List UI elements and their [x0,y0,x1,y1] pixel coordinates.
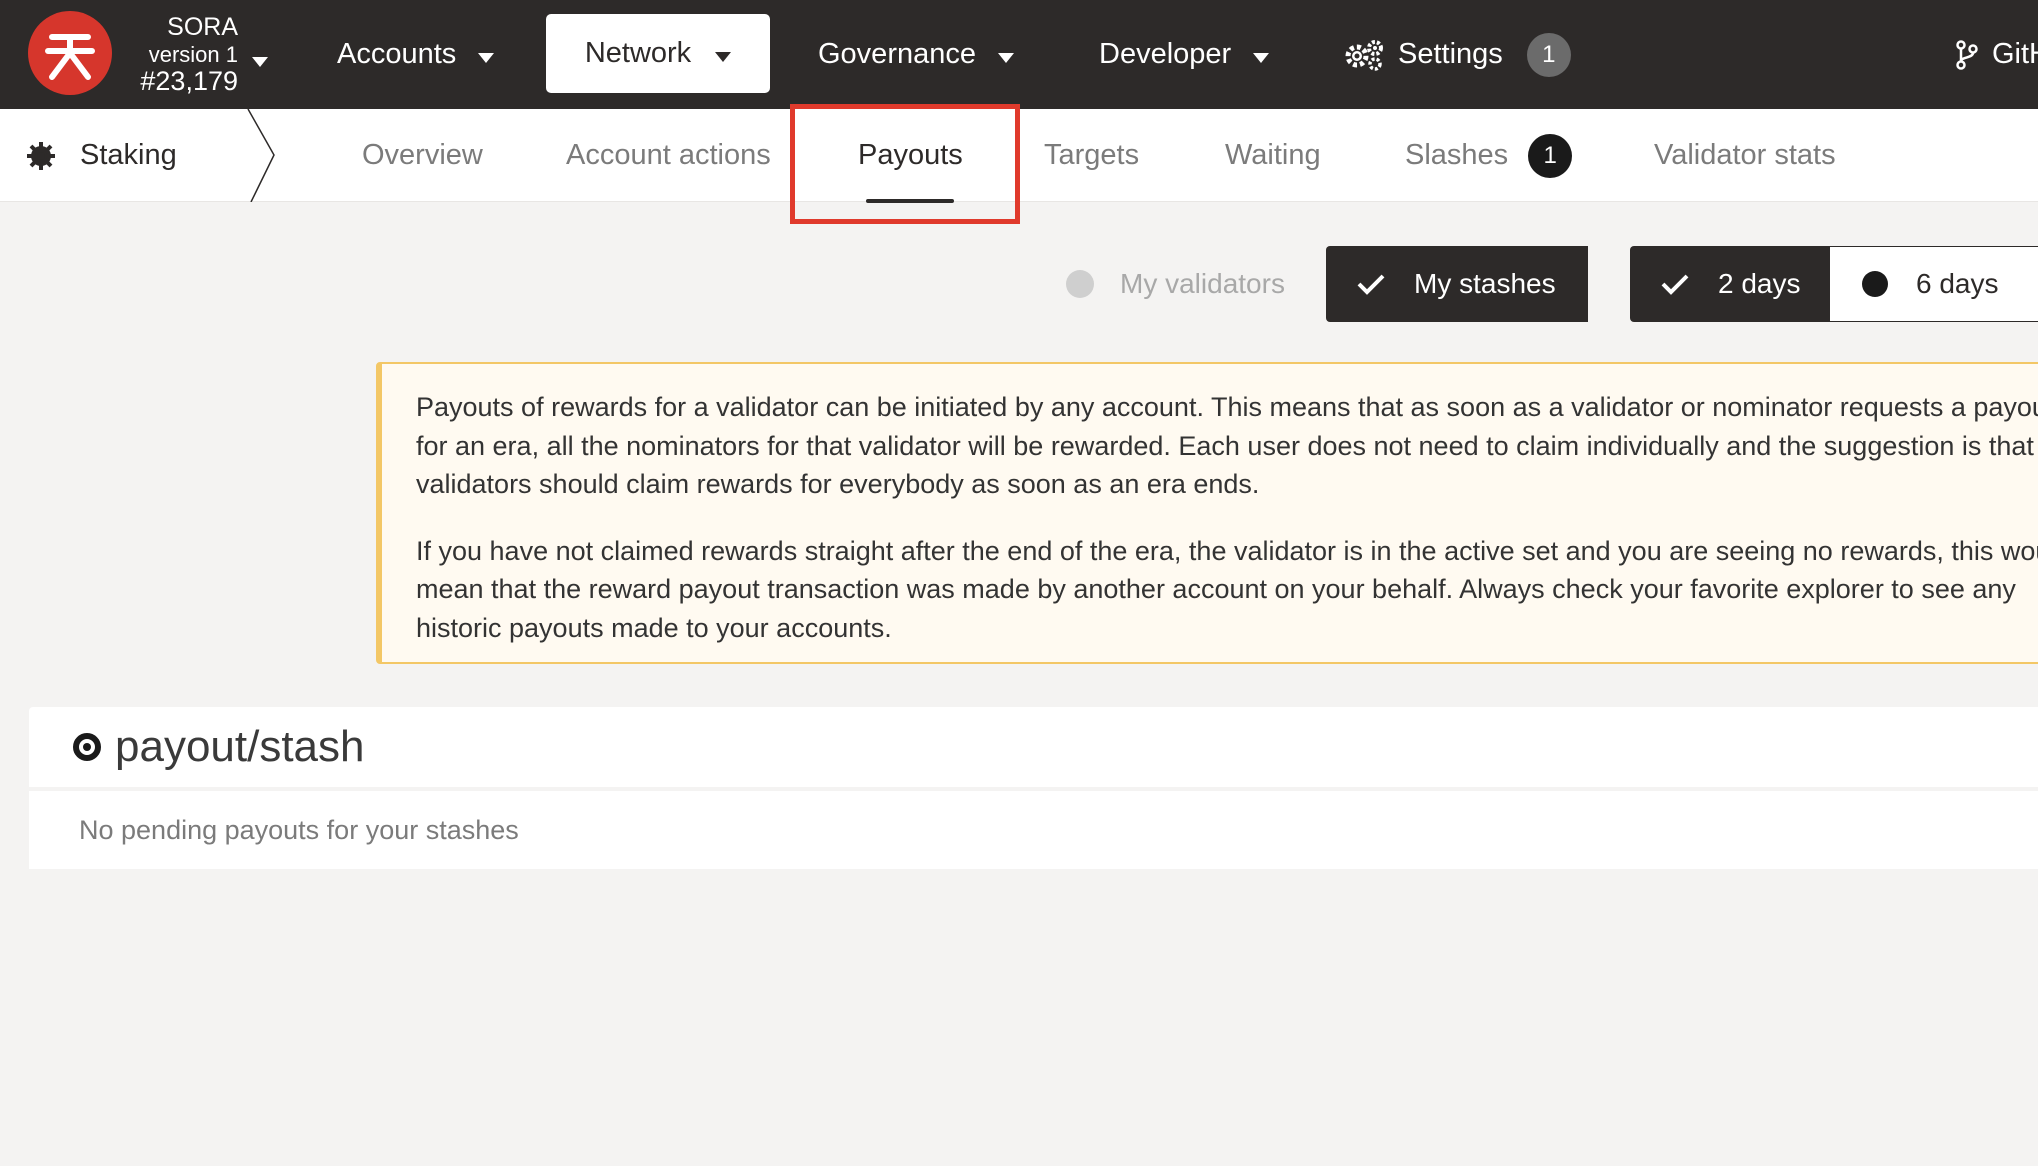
nav-developer-label: Developer [1099,38,1232,70]
breadcrumb-separator-icon [246,108,278,207]
tab-targets-label: Targets [1044,139,1140,171]
tab-account-actions-label: Account actions [566,139,771,171]
tab-slashes-label: Slashes [1405,139,1509,171]
staking-section-title: Staking [26,109,177,202]
nav-developer[interactable]: Developer [1099,0,1270,109]
nav-github-label: GitHub [1992,38,2038,70]
nav-network-label: Network [584,37,692,69]
sora-logo-icon[interactable] [28,11,112,95]
nav-accounts[interactable]: Accounts [337,0,495,109]
my-stashes-label: My stashes [1414,268,1556,299]
my-validators-label: My validators [1120,268,1285,299]
git-branch-icon [1956,39,1978,70]
gear-icon [26,141,56,171]
slashes-count-badge: 1 [1528,133,1573,178]
check-icon [1356,272,1386,296]
nav-accounts-label: Accounts [337,38,457,70]
chain-selector[interactable]: SORA version 1 #23,179 [126,10,286,98]
chain-version: version 1 [148,42,238,67]
tab-slashes[interactable]: Slashes 1 [1405,109,1573,202]
section-title: payout/stash [115,722,365,771]
tab-validator-stats-label: Validator stats [1654,139,1836,171]
nav-github[interactable]: GitHub [1956,0,2038,109]
staking-label: Staking [80,139,177,171]
chevron-down-icon [478,38,495,71]
nav-settings[interactable]: Settings 1 [1344,0,1571,109]
chevron-down-icon [252,54,268,72]
settings-notification-badge: 1 [1526,32,1571,77]
tab-waiting[interactable]: Waiting [1225,109,1321,202]
chain-block-number: #23,179 [140,66,238,96]
radio-dot-icon [1862,271,1888,297]
tab-overview[interactable]: Overview [362,109,483,202]
chevron-down-icon [1253,38,1270,71]
tab-validator-stats[interactable]: Validator stats [1654,109,1836,202]
radio-unselected-icon [1066,270,1094,298]
nav-settings-label: Settings [1398,38,1503,70]
top-navigation-bar: SORA version 1 #23,179 Accounts Network … [0,0,2038,109]
info-paragraph-2: If you have not claimed rewards straight… [416,535,2038,643]
two-days-toggle[interactable]: 2 days [1630,246,1830,322]
six-days-label: 6 days [1916,268,1999,299]
info-paragraph-1: Payouts of rewards for a validator can b… [416,392,2038,499]
tab-waiting-label: Waiting [1225,139,1321,171]
two-days-label: 2 days [1718,268,1801,299]
my-stashes-toggle[interactable]: My stashes [1326,246,1588,322]
chevron-down-icon [715,37,732,70]
tab-targets[interactable]: Targets [1044,109,1139,202]
payout-stash-header: payout/stash [29,707,2038,787]
tab-account-actions[interactable]: Account actions [566,109,771,202]
check-icon [1660,272,1690,296]
nav-governance-label: Governance [818,38,976,70]
tab-overview-label: Overview [362,139,483,171]
six-days-toggle[interactable]: 6 days [1830,246,2038,322]
nav-governance[interactable]: Governance [818,0,1014,109]
gears-icon [1344,39,1384,71]
nav-network[interactable]: Network [546,14,770,93]
payouts-empty-state: No pending payouts for your stashes [29,791,2038,869]
chevron-down-icon [998,38,1014,71]
my-validators-toggle[interactable]: My validators [1066,246,1285,322]
payouts-tab-highlight [790,104,1020,224]
empty-message: No pending payouts for your stashes [79,814,519,845]
chain-name: SORA [167,13,238,41]
section-bullet-icon [73,733,101,761]
payouts-info-box: Payouts of rewards for a validator can b… [376,362,2038,664]
